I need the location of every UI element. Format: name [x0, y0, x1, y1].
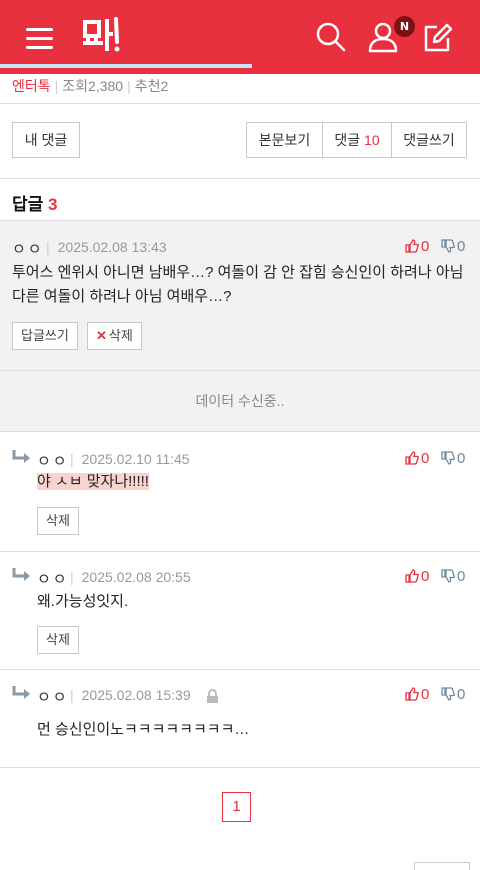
category-link[interactable]: 엔터톡	[12, 78, 51, 94]
comment-text: 투어스 엔위시 아니면 남배우…? 여돌이 감 안 잡힘 승신인이 하려나 아님…	[12, 264, 464, 305]
views-label: 조회	[62, 78, 89, 94]
search-icon[interactable]	[314, 20, 348, 54]
replies-title: 답글 3	[12, 195, 58, 214]
pagination-current-page[interactable]: 1	[222, 792, 251, 822]
thumbs-down-icon	[441, 239, 455, 253]
write-comment-button[interactable]: 댓글쓰기	[391, 122, 467, 158]
reply-button[interactable]: 답글쓰기	[12, 322, 78, 350]
my-comments-button[interactable]: 내 댓글	[12, 122, 80, 158]
reply-text: 야 ㅅㅂ 맞자나!!!!!	[37, 473, 149, 490]
upvote-button[interactable]: 0	[405, 450, 429, 467]
reply-arrow-icon	[12, 568, 30, 581]
delete-button[interactable]: ✕ 삭제	[87, 322, 142, 350]
reply-author[interactable]: ㅇㅇ	[37, 568, 69, 589]
upvote-button[interactable]: 0	[405, 238, 429, 255]
replies-count: 3	[48, 195, 58, 214]
view-post-button[interactable]: 본문보기	[246, 122, 323, 158]
reply-author[interactable]: ㅇㅇ	[37, 450, 69, 471]
notification-badge: N	[394, 16, 415, 37]
lock-icon	[207, 689, 218, 703]
close-icon: ✕	[96, 328, 107, 343]
recommend-label: 추천	[134, 78, 161, 94]
downvote-button[interactable]: 0	[441, 568, 465, 585]
reply-author[interactable]: ㅇㅇ	[37, 686, 69, 707]
comment-author[interactable]: ㅇㅇ	[12, 238, 44, 259]
views-count: 2,380	[88, 78, 124, 94]
recommend-count: 2	[160, 78, 169, 94]
top-app-bar: N	[0, 0, 480, 74]
delete-button[interactable]: 삭제	[37, 507, 79, 535]
thumbs-up-icon	[405, 569, 419, 583]
comment-date: 2025.02.08 13:43	[46, 239, 167, 255]
downvote-button[interactable]: 0	[441, 686, 465, 703]
edit-icon[interactable]	[420, 20, 454, 54]
reply-arrow-icon	[12, 450, 30, 463]
reply-text: 먼 승신인이노ㅋㅋㅋㅋㅋㅋㅋㅋ…	[37, 721, 250, 738]
loading-indicator: 데이터 수신중..	[0, 370, 480, 432]
hamburger-menu-icon[interactable]	[26, 26, 56, 50]
parent-comment: ㅇㅇ 2025.02.08 13:43 0 0 투어스 엔위시 아니면 남배우……	[0, 220, 480, 370]
reply-arrow-icon	[12, 686, 30, 699]
comments-count: 10	[364, 132, 380, 148]
article-meta: 엔터톡 | 조회2,380 | 추천2	[12, 78, 169, 94]
thumbs-up-icon	[405, 687, 419, 701]
downvote-button[interactable]: 0	[441, 450, 465, 467]
thumbs-down-icon	[441, 569, 455, 583]
reply-text: 왜.가능성잇지.	[37, 593, 129, 610]
scroll-peek-bar	[0, 64, 252, 68]
reply-date: 2025.02.10 11:45	[70, 451, 190, 467]
scroll-top-button[interactable]	[414, 862, 470, 870]
upvote-button[interactable]: 0	[405, 568, 429, 585]
reply-date: 2025.02.08 20:55	[70, 569, 191, 585]
upvote-button[interactable]: 0	[405, 686, 429, 703]
reply-date: 2025.02.08 15:39	[70, 687, 191, 703]
downvote-button[interactable]: 0	[441, 238, 465, 255]
thumbs-down-icon	[441, 451, 455, 465]
thumbs-down-icon	[441, 687, 455, 701]
comments-button[interactable]: 댓글 10	[322, 122, 392, 158]
thumbs-up-icon	[405, 239, 419, 253]
comments-label: 댓글	[334, 132, 361, 148]
pann-logo[interactable]	[82, 16, 122, 54]
delete-button[interactable]: 삭제	[37, 626, 79, 654]
thumbs-up-icon	[405, 451, 419, 465]
